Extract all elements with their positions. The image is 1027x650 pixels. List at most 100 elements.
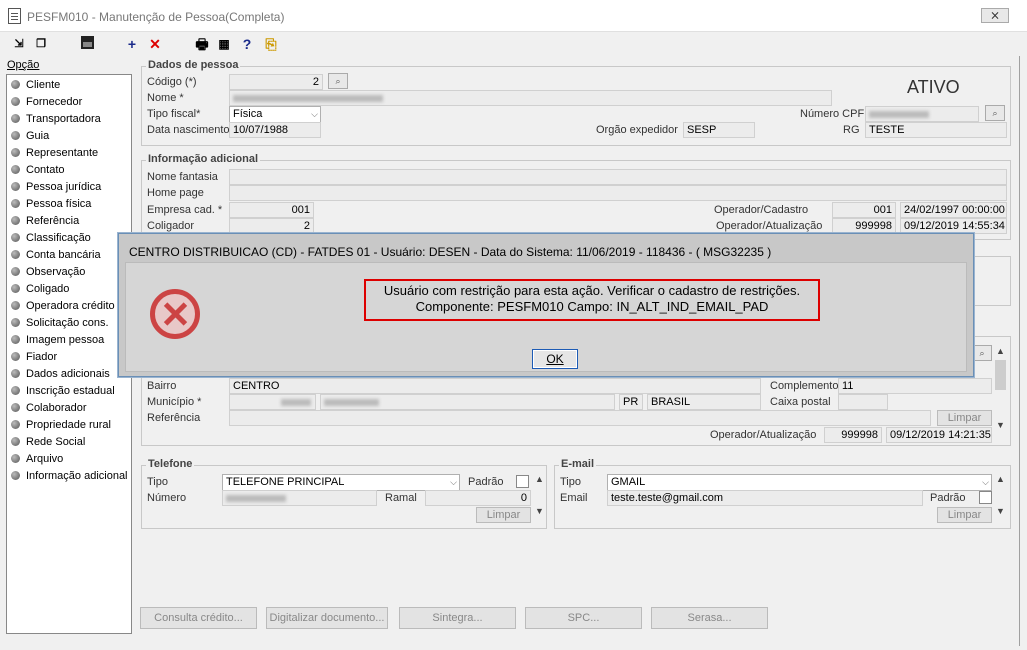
email-limpar-button[interactable]: Limpar	[937, 507, 992, 523]
sidebar-item-fiador[interactable]: Fiador	[11, 349, 57, 366]
municipio-name-field[interactable]	[320, 394, 615, 410]
sidebar-item-conta-bancaria[interactable]: Conta bancária	[11, 247, 101, 264]
sidebar-item-pessoa-fisica[interactable]: Pessoa física	[11, 196, 91, 213]
pais-field[interactable]: BRASIL	[647, 394, 761, 410]
referencia-field[interactable]	[229, 410, 931, 426]
close-button[interactable]: ⨯	[981, 8, 1009, 23]
sintegra-button[interactable]: Sintegra...	[399, 607, 516, 629]
add-icon[interactable]: +	[122, 35, 142, 53]
dados-pessoa-title: Dados de pessoa	[146, 59, 241, 71]
digitalizar-documento-button[interactable]: Digitalizar documento...	[266, 607, 388, 629]
sidebar-item-imagem-pessoa[interactable]: Imagem pessoa	[11, 332, 104, 349]
op-at-field[interactable]: 999998	[832, 218, 896, 234]
error-message-line2: Componente: PESFM010 Campo: IN_ALT_IND_E…	[415, 299, 769, 314]
homepage-field[interactable]	[229, 185, 1007, 201]
rg-field[interactable]: TESTE	[865, 122, 1007, 138]
radio-icon	[11, 335, 20, 344]
sidebar-item-operadora-credito[interactable]: Operadora crédito	[11, 298, 115, 315]
radio-icon	[11, 131, 20, 140]
sidebar-item-pessoa-juridica[interactable]: Pessoa jurídica	[11, 179, 101, 196]
referencia-label: Referência	[147, 412, 201, 424]
sidebar-item-fornecedor[interactable]: Fornecedor	[11, 94, 82, 111]
email-label: Email	[560, 492, 588, 504]
calculator-icon[interactable]: ▦	[214, 35, 234, 53]
serasa-button[interactable]: Serasa...	[651, 607, 768, 629]
fantasia-field[interactable]	[229, 169, 1007, 185]
complemento-field[interactable]: 11	[838, 378, 992, 394]
cpf-field[interactable]	[865, 106, 979, 122]
municipio-code-field[interactable]	[229, 394, 316, 410]
op-cad-field[interactable]: 001	[832, 202, 896, 218]
delete-icon[interactable]: ✕	[145, 35, 165, 53]
search-button[interactable]: ⌕	[328, 73, 348, 89]
telefone-limpar-button[interactable]: Limpar	[476, 507, 531, 523]
navigate-icon[interactable]: ⇲	[9, 35, 29, 53]
data-nasc-field[interactable]: 10/07/1988	[229, 122, 321, 138]
telefone-tipo-label: Tipo	[147, 476, 168, 488]
orgao-field[interactable]: SESP	[683, 122, 755, 138]
redacted-text	[233, 94, 383, 102]
email-field[interactable]: teste.teste@gmail.com	[607, 490, 923, 506]
coligador-label: Coligador	[147, 220, 195, 232]
sidebar-item-contato[interactable]: Contato	[11, 162, 65, 179]
endereco-op-at-date-field[interactable]: 09/12/2019 14:21:35	[886, 427, 992, 443]
telefone-scrollbar[interactable]: ▲ ▼	[533, 474, 546, 524]
ramal-field[interactable]: 0	[425, 490, 531, 506]
sidebar-item-propriedade-rural[interactable]: Propriedade rural	[11, 417, 111, 434]
bairro-field[interactable]: CENTRO	[229, 378, 761, 394]
sidebar-item-arquivo[interactable]: Arquivo	[11, 451, 63, 468]
op-cad-date-field[interactable]: 24/02/1997 00:00:00	[900, 202, 1007, 218]
op-at-date-field[interactable]: 09/12/2019 14:55:34	[900, 218, 1007, 234]
sidebar-item-guia[interactable]: Guia	[11, 128, 49, 145]
redacted-text	[324, 398, 379, 406]
sidebar-item-classificacao[interactable]: Classificação	[11, 230, 91, 247]
uf-field[interactable]: PR	[619, 394, 643, 410]
caixa-field[interactable]	[838, 394, 888, 410]
exit-icon[interactable]: ⎘	[261, 35, 281, 53]
radio-icon	[11, 437, 20, 446]
sidebar-item-solicitacao-cons[interactable]: Solicitação cons.	[11, 315, 109, 332]
radio-icon	[11, 284, 20, 293]
sidebar-item-referencia[interactable]: Referência	[11, 213, 79, 230]
email-padrao-checkbox[interactable]	[979, 491, 992, 504]
sidebar-item-coligado[interactable]: Coligado	[11, 281, 69, 298]
numero-field[interactable]	[222, 490, 377, 506]
help-icon[interactable]: ?	[237, 35, 257, 53]
save-icon[interactable]	[77, 35, 97, 53]
radio-icon	[11, 301, 20, 310]
homepage-label: Home page	[147, 187, 204, 199]
nome-label: Nome *	[147, 92, 184, 104]
sidebar-item-cliente[interactable]: Cliente	[11, 77, 60, 94]
sidebar-item-transportadora[interactable]: Transportadora	[11, 111, 101, 128]
tipo-fiscal-select[interactable]: Física ⌵	[229, 106, 321, 123]
sidebar-item-dados-adicionais[interactable]: Dados adicionais	[11, 366, 110, 383]
consulta-credito-button[interactable]: Consulta crédito...	[140, 607, 257, 629]
cpf-search-button[interactable]: ⌕	[985, 105, 1005, 121]
coligador-field[interactable]: 2	[229, 218, 314, 234]
print-icon[interactable]: 🖶	[192, 35, 212, 53]
ok-button[interactable]: OK	[532, 349, 578, 369]
endereco-search-button[interactable]: ⌕	[972, 345, 992, 361]
spc-button[interactable]: SPC...	[525, 607, 642, 629]
email-scrollbar[interactable]: ▲ ▼	[994, 474, 1007, 524]
caixa-label: Caixa postal	[770, 396, 831, 408]
codigo-field[interactable]: 2	[229, 74, 323, 90]
radio-icon	[11, 369, 20, 378]
copy-icon[interactable]: ❐	[31, 35, 51, 53]
radio-icon	[11, 182, 20, 191]
sidebar-item-inscricao-estadual[interactable]: Inscrição estadual	[11, 383, 115, 400]
sidebar-item-rede-social[interactable]: Rede Social	[11, 434, 85, 451]
empresa-field[interactable]: 001	[229, 202, 314, 218]
telefone-padrao-checkbox[interactable]	[516, 475, 529, 488]
sidebar-item-informacao-adicional[interactable]: Informação adicional	[11, 468, 128, 485]
endereco-limpar-button[interactable]: Limpar	[937, 410, 992, 426]
window-border	[1019, 56, 1020, 646]
sidebar-item-colaborador[interactable]: Colaborador	[11, 400, 87, 417]
endereco-op-at-field[interactable]: 999998	[824, 427, 882, 443]
sidebar-item-observacao[interactable]: Observação	[11, 264, 85, 281]
telefone-tipo-select[interactable]: TELEFONE PRINCIPAL ⌵	[222, 474, 460, 491]
email-tipo-select[interactable]: GMAIL ⌵	[607, 474, 992, 491]
nome-field[interactable]	[229, 90, 832, 106]
endereco-scrollbar[interactable]: ▲ ▼	[994, 346, 1007, 442]
sidebar-item-representante[interactable]: Representante	[11, 145, 98, 162]
